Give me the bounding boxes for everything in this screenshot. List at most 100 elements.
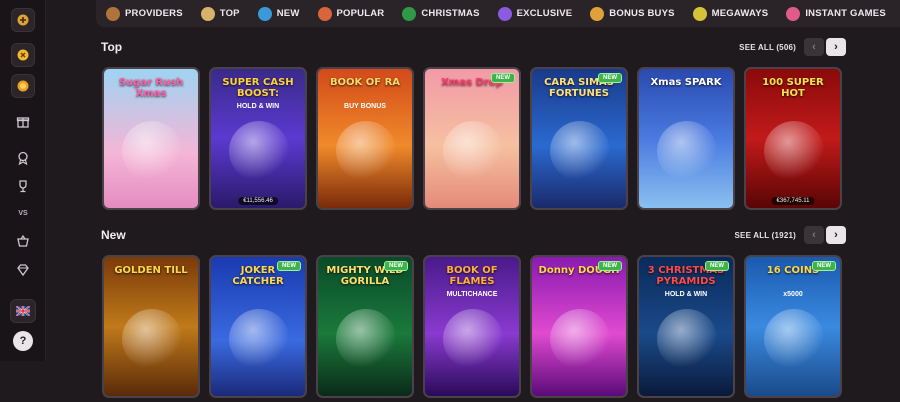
exclusive-icon — [497, 6, 512, 21]
game-card[interactable]: GOLDEN TILL — [102, 255, 200, 398]
game-title: BOOK OF RA — [329, 77, 401, 88]
game-subtitle: HOLD & WIN — [664, 291, 708, 298]
vs-icon[interactable]: VS — [11, 201, 35, 225]
gift-icon[interactable] — [11, 109, 35, 133]
game-title: GOLDEN TILL — [114, 265, 188, 276]
prev-arrow-button[interactable]: ‹ — [804, 226, 824, 244]
cashback-icon[interactable] — [11, 43, 35, 67]
new-badge: NEW — [705, 261, 729, 271]
game-artwork — [443, 309, 503, 369]
game-row-new: GOLDEN TILL JOKER CATCHER NEW MIGHTY WILD G… — [102, 255, 846, 402]
see-all-link[interactable]: SEE ALL (506) — [739, 43, 796, 52]
prev-arrow-button[interactable]: ‹ — [804, 38, 824, 56]
section-header-top: Top SEE ALL (506) ‹ › — [101, 38, 846, 58]
game-card[interactable]: Donny DOUGH NEW — [530, 255, 628, 398]
game-subtitle: BUY BONUS — [344, 103, 386, 110]
new-badge: NEW — [384, 261, 408, 271]
game-artwork — [229, 121, 289, 181]
category-nav: PROVIDERS TOP NEW POPULAR CHRISTMAS EXCLUSIVE… — [96, 0, 900, 27]
nav-item-label: PROVIDERS — [125, 8, 183, 19]
game-card[interactable]: SUPER CASH BOOST: HOLD & WIN €11,556.46 — [209, 67, 307, 210]
nav-item-providers[interactable]: PROVIDERS — [106, 6, 183, 21]
game-card[interactable]: 100 SUPER HOT €367,745.11 — [744, 67, 842, 210]
game-title: 100 SUPER HOT — [762, 77, 824, 99]
providers-icon — [106, 6, 120, 21]
christmas-icon — [402, 6, 417, 21]
nav-item-instant-games[interactable]: INSTANT GAMES — [786, 6, 886, 21]
game-card[interactable]: BOOK OF FLAMES MULTICHANCE — [423, 255, 521, 398]
nav-item-label: INSTANT GAMES — [805, 8, 886, 19]
nav-item-label: TOP — [219, 8, 240, 19]
see-all-link[interactable]: SEE ALL (1921) — [735, 231, 797, 240]
game-artwork — [657, 309, 717, 369]
game-row-top: Sugar Rush Xmas SUPER CASH BOOST: HOLD & W… — [102, 67, 846, 214]
game-card[interactable]: Xmas SPARK — [637, 67, 735, 210]
game-card[interactable]: Sugar Rush Xmas — [102, 67, 200, 210]
new-badge: NEW — [277, 261, 301, 271]
game-subtitle: x5000 — [783, 291, 803, 298]
game-artwork — [550, 309, 610, 369]
nav-item-top[interactable]: TOP — [200, 6, 240, 21]
game-artwork — [336, 309, 396, 369]
game-card[interactable]: JOKER CATCHER NEW — [209, 255, 307, 398]
game-artwork — [336, 121, 396, 181]
trophy-icon[interactable] — [11, 174, 35, 198]
game-title: BOOK OF FLAMES — [446, 265, 498, 287]
help-icon[interactable]: ? — [13, 331, 33, 351]
nav-item-megaways[interactable]: MEGAWAYS — [692, 6, 769, 21]
new-badge: NEW — [598, 261, 622, 271]
game-artwork — [122, 121, 182, 181]
nav-item-christmas[interactable]: CHRISTMAS — [402, 6, 480, 21]
bonus-buys-icon — [590, 6, 605, 21]
game-artwork — [657, 121, 717, 181]
game-artwork — [122, 309, 182, 369]
game-artwork — [550, 121, 610, 181]
jackpot-amount: €367,745.11 — [771, 197, 815, 205]
new-badge: NEW — [598, 73, 622, 83]
nav-item-bonus-buys[interactable]: BONUS BUYS — [590, 6, 675, 21]
game-card[interactable]: Xmas Drop NEW — [423, 67, 521, 210]
coin-icon[interactable] — [11, 74, 35, 98]
nav-item-new[interactable]: NEW — [257, 6, 300, 21]
next-arrow-button[interactable]: › — [826, 38, 846, 56]
game-card[interactable]: BOOK OF RA BUY BONUS — [316, 67, 414, 210]
jackpot-amount: €11,556.46 — [238, 197, 278, 205]
top-icon — [200, 6, 215, 21]
game-artwork — [229, 309, 289, 369]
trophy-ribbon-icon[interactable] — [11, 146, 35, 170]
game-artwork — [764, 121, 824, 181]
next-arrow-button[interactable]: › — [826, 226, 846, 244]
game-title: Xmas SPARK — [650, 77, 722, 88]
nav-item-label: MEGAWAYS — [711, 8, 769, 19]
nav-item-popular[interactable]: POPULAR — [317, 6, 385, 21]
basket-icon[interactable] — [11, 229, 35, 253]
nav-item-label: POPULAR — [336, 8, 385, 19]
game-subtitle: HOLD & WIN — [236, 103, 280, 110]
game-card[interactable]: 16 COINS x5000 NEW — [744, 255, 842, 398]
nav-item-label: NEW — [276, 8, 300, 19]
nav-item-label: EXCLUSIVE — [516, 8, 573, 19]
badge-icon[interactable] — [11, 8, 35, 32]
section-title: New — [101, 228, 126, 242]
game-subtitle: MULTICHANCE — [446, 291, 498, 298]
game-card[interactable]: MIGHTY WILD GORILLA NEW — [316, 255, 414, 398]
new-icon — [257, 6, 272, 21]
game-card[interactable]: CARA SIMAS FORTUNES NEW — [530, 67, 628, 210]
nav-item-label: BONUS BUYS — [609, 8, 675, 19]
game-title: SUPER CASH BOOST: — [222, 77, 294, 99]
game-artwork — [443, 121, 503, 181]
instant-games-icon — [786, 6, 801, 21]
section-title: Top — [101, 40, 123, 54]
nav-item-exclusive[interactable]: EXCLUSIVE — [497, 6, 573, 21]
section-header-new: New SEE ALL (1921) ‹ › — [101, 226, 846, 246]
new-badge: NEW — [812, 261, 836, 271]
sidebar: VS ? — [0, 0, 46, 361]
megaways-icon — [692, 6, 707, 21]
diamond-icon[interactable] — [11, 258, 35, 282]
popular-icon — [317, 6, 332, 21]
game-card[interactable]: 3 CHRISTMAS PYRAMIDS HOLD & WIN NEW — [637, 255, 735, 398]
game-artwork — [764, 309, 824, 369]
flag-icon[interactable] — [10, 299, 36, 323]
nav-item-label: CHRISTMAS — [421, 8, 480, 19]
game-title: Sugar Rush Xmas — [118, 77, 184, 99]
